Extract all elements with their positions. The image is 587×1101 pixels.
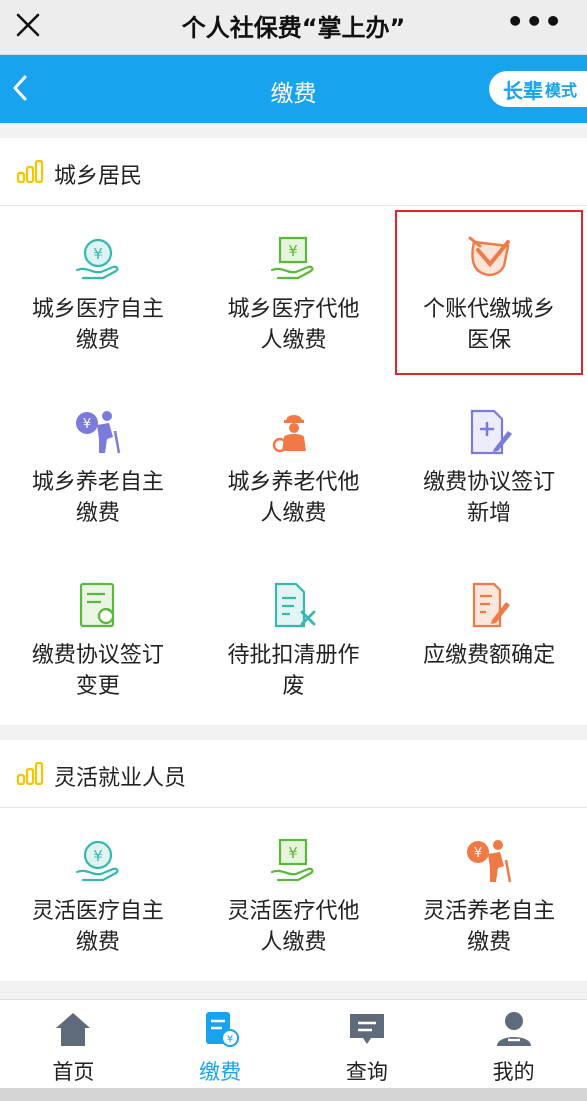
svg-text:¥: ¥ (289, 844, 299, 862)
app-header: 缴费 长辈 模式 (0, 55, 587, 123)
doc-add-icon (471, 409, 513, 455)
payment-doc-icon: ¥ (206, 1012, 240, 1047)
svg-text:¥: ¥ (83, 417, 91, 432)
wechat-title-bar: 个人社保费“掌上办” ••• (0, 0, 587, 55)
hand-bill-icon: ¥ (271, 236, 315, 280)
worker-icon (273, 415, 307, 453)
tile-deduction-list-void[interactable]: 待批扣清册作废 (196, 552, 392, 725)
tab-home[interactable]: 首页 (0, 1000, 147, 1088)
elder-mode-suffix: 模式 (544, 81, 577, 100)
tile-label: 城乡养老代他人缴费 (227, 470, 360, 526)
hand-yuan-icon: ¥ (75, 238, 119, 280)
tile-label: 城乡医疗自主缴费 (31, 297, 164, 353)
tile-agreement-new[interactable]: 缴费协议签订新增 (391, 379, 587, 552)
section-flexible-employment: 灵活就业人员 ¥ 灵活医疗自主缴费 ¥ 灵活医疗代他人缴费 ¥ 灵活养老自主缴费 (0, 740, 587, 981)
bottom-tab-bar: 首页 ¥ 缴费 查询 我的 (0, 999, 587, 1088)
doc-cancel-icon (275, 582, 316, 628)
tab-label: 首页 (52, 1060, 95, 1084)
hand-yuan-icon: ¥ (75, 840, 119, 882)
tab-payment[interactable]: ¥ 缴费 (147, 1000, 294, 1088)
tile-label: 灵活医疗代他人缴费 (227, 899, 360, 955)
svg-text:¥: ¥ (474, 846, 482, 861)
tile-label: 灵活养老自主缴费 (423, 899, 556, 955)
section-urban-rural-residents: 城乡居民 ¥ 城乡医疗自主缴费 ¥ 城乡医疗代他人缴费 个账代缴城乡医保 ¥ 城… (0, 138, 587, 725)
section-header: 城乡居民 (0, 138, 587, 206)
doc-edit-icon (473, 582, 511, 628)
service-grid: ¥ 灵活医疗自主缴费 ¥ 灵活医疗代他人缴费 ¥ 灵活养老自主缴费 (0, 808, 587, 981)
elder-yuan-icon: ¥ (75, 411, 121, 454)
tile-urban-pension-pay-for-others[interactable]: 城乡养老代他人缴费 (196, 379, 392, 552)
tile-label: 灵活医疗自主缴费 (31, 899, 164, 955)
tile-label: 待批扣清册作废 (227, 643, 360, 699)
tab-query[interactable]: 查询 (294, 1000, 441, 1088)
svg-text:¥: ¥ (93, 245, 103, 263)
wechat-page-title: 个人社保费“掌上办” (181, 14, 406, 42)
tile-label: 应缴费额确定 (423, 643, 556, 668)
tab-label: 缴费 (199, 1060, 242, 1084)
tile-label: 个账代缴城乡医保 (423, 297, 556, 353)
tab-mine[interactable]: 我的 (440, 1000, 587, 1088)
tile-label: 城乡养老自主缴费 (31, 470, 164, 526)
svg-text:¥: ¥ (289, 242, 299, 260)
svg-text:¥: ¥ (227, 1034, 233, 1045)
shield-check-icon (468, 236, 511, 277)
home-icon (56, 1013, 91, 1046)
tile-account-pay-medical[interactable]: 个账代缴城乡医保 (391, 206, 587, 379)
section-header: 灵活就业人员 (0, 740, 587, 808)
tile-payable-amount-confirm[interactable]: 应缴费额确定 (391, 552, 587, 725)
tile-flexible-pension-self-pay[interactable]: ¥ 灵活养老自主缴费 (391, 808, 587, 981)
service-grid: ¥ 城乡医疗自主缴费 ¥ 城乡医疗代他人缴费 个账代缴城乡医保 ¥ 城乡养老自主… (0, 206, 587, 725)
message-icon (349, 1014, 384, 1044)
tile-agreement-change[interactable]: 缴费协议签订变更 (0, 552, 196, 725)
tab-label: 我的 (492, 1060, 535, 1084)
user-icon (496, 1012, 531, 1046)
tile-flexible-medical-self-pay[interactable]: ¥ 灵活医疗自主缴费 (0, 808, 196, 981)
tile-urban-medical-self-pay[interactable]: ¥ 城乡医疗自主缴费 (0, 206, 196, 379)
svg-text:¥: ¥ (93, 847, 103, 865)
bottom-safe-area (0, 1088, 587, 1101)
signal-bars-icon (16, 762, 44, 786)
tile-label: 城乡医疗代他人缴费 (227, 297, 360, 353)
more-menu-icon[interactable]: ••• (506, 8, 563, 36)
section-title: 灵活就业人员 (54, 766, 187, 791)
doc-refresh-icon (79, 582, 114, 628)
elder-yuan-icon: ¥ (467, 840, 512, 883)
section-title: 城乡居民 (54, 164, 143, 189)
elder-mode-button[interactable]: 长辈 模式 (488, 71, 587, 107)
hand-bill-icon: ¥ (271, 838, 315, 882)
elder-mode-label: 长辈 (502, 78, 543, 103)
tile-label: 缴费协议签订新增 (423, 470, 556, 526)
tile-urban-medical-pay-for-others[interactable]: ¥ 城乡医疗代他人缴费 (196, 206, 392, 379)
tile-label: 缴费协议签订变更 (31, 643, 164, 699)
signal-bars-icon (16, 160, 44, 184)
tab-label: 查询 (345, 1060, 388, 1084)
tile-flexible-medical-pay-for-others[interactable]: ¥ 灵活医疗代他人缴费 (196, 808, 392, 981)
tile-urban-pension-self-pay[interactable]: ¥ 城乡养老自主缴费 (0, 379, 196, 552)
